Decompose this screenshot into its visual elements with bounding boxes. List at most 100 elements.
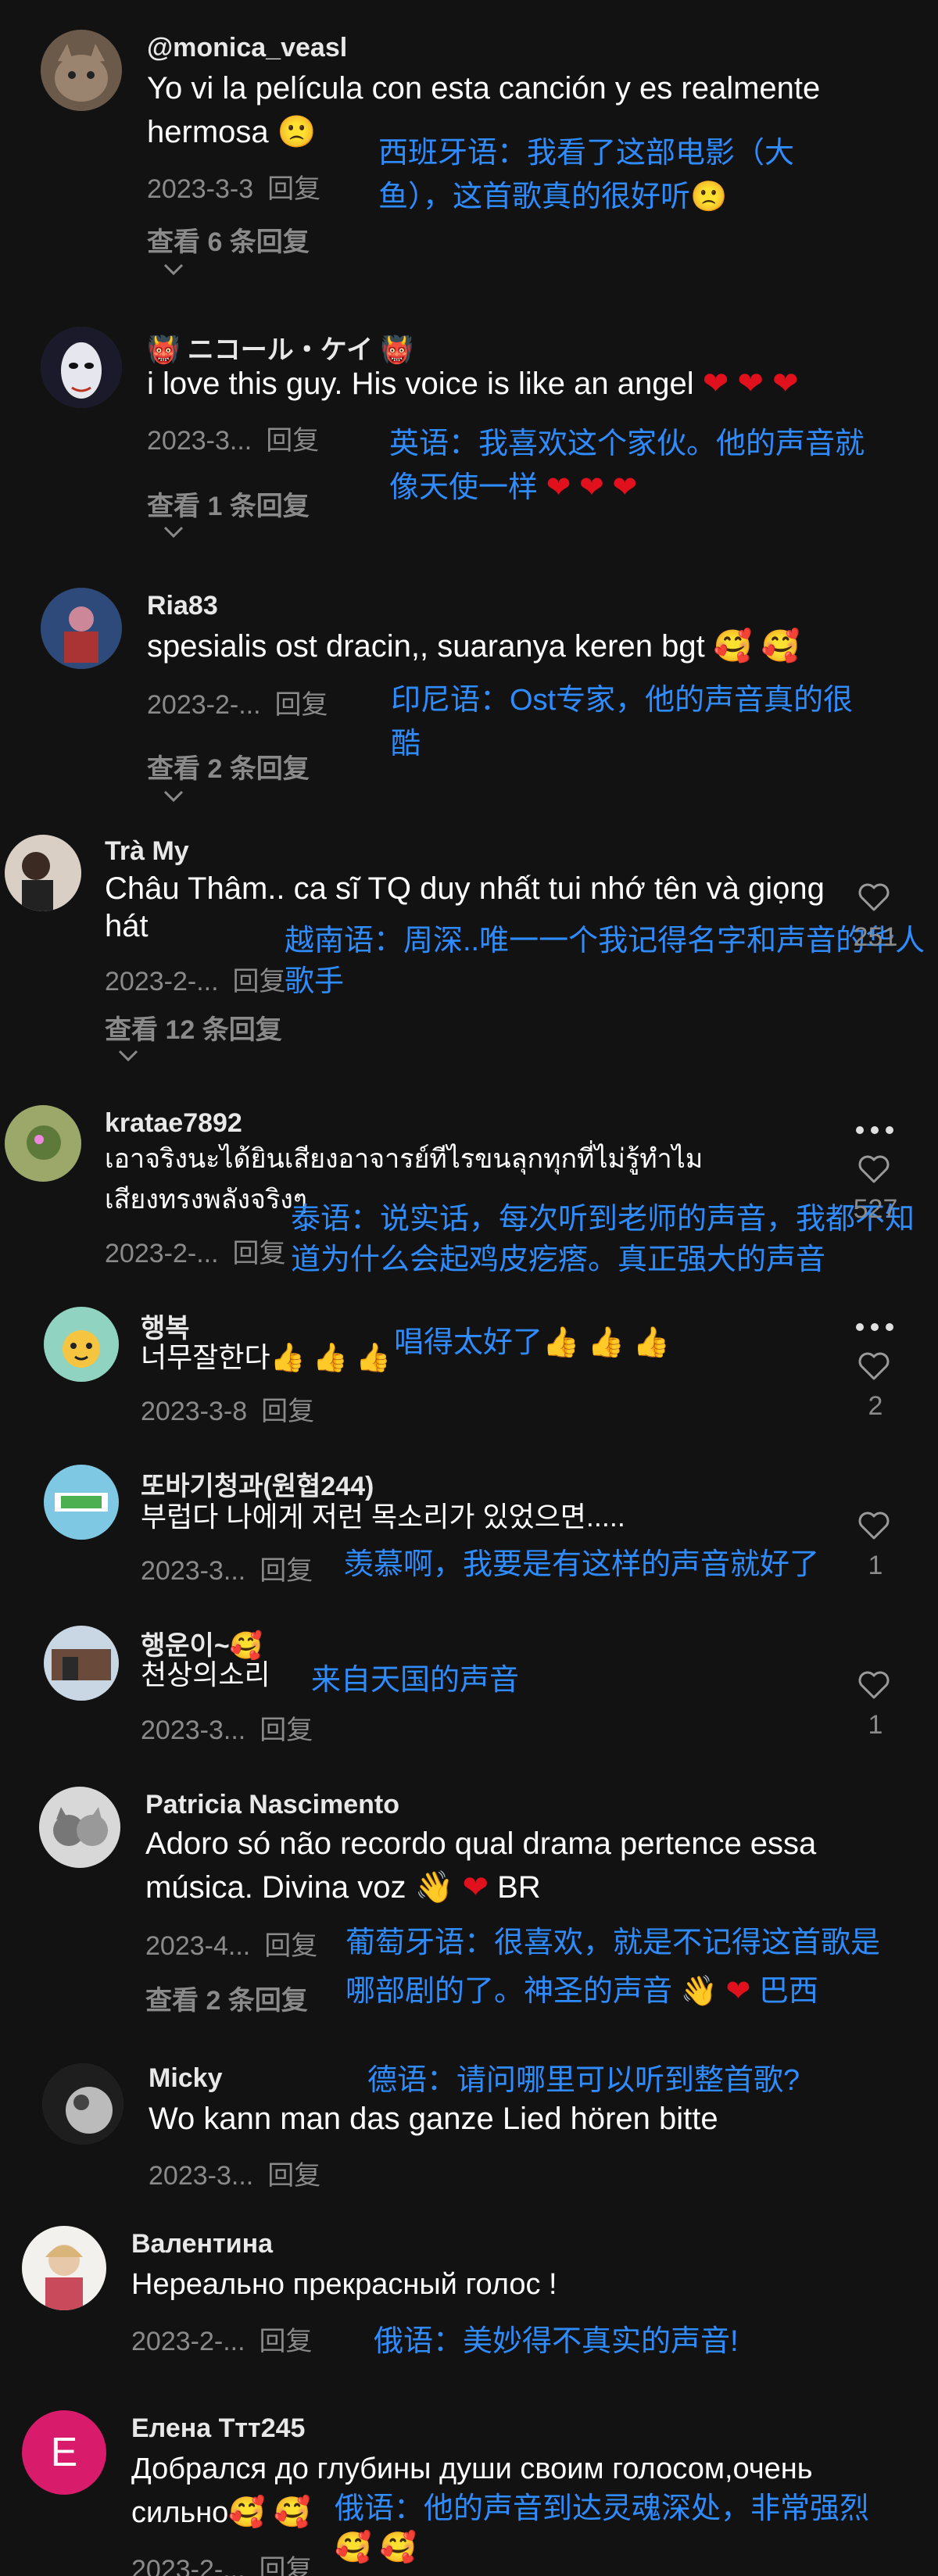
translation-text: 哪部剧的了。神圣的声音 👋 ❤ 巴西 xyxy=(345,1975,818,2008)
avatar[interactable]: E xyxy=(22,2410,106,2495)
reply-button[interactable]: 回复 xyxy=(266,426,319,456)
comment-date: 2023-2-... xyxy=(105,967,219,996)
heart-emoji-icon: ❤ xyxy=(737,367,764,401)
translation-text: 羡慕啊，我要是有这样的声音就好了 xyxy=(344,1548,820,1581)
comment-text: música. Divina voz 👋 ❤ BR xyxy=(145,1870,541,1905)
heart-emoji-icon: ❤ xyxy=(462,1870,489,1905)
comment-meta: 2023-3... 回复 xyxy=(147,419,319,457)
reply-button[interactable]: 回复 xyxy=(260,2555,313,2576)
view-replies-button[interactable]: 查看 2 条回复 xyxy=(147,747,310,785)
username[interactable]: Елена Ттт245 xyxy=(131,2413,305,2444)
translation-text: 西班牙语：我看了这部电影（大 xyxy=(378,137,795,170)
translation-text: 俄语：美妙得不真实的声音! xyxy=(374,2325,739,2358)
avatar[interactable] xyxy=(39,1787,120,1868)
comment-text: 천상의소리 xyxy=(141,1658,270,1690)
cats-avatar-icon xyxy=(39,1787,120,1868)
avatar[interactable] xyxy=(41,30,122,111)
room-avatar-icon xyxy=(44,1626,119,1701)
heart-icon[interactable] xyxy=(857,1351,891,1382)
comment-text: Wo kann man das ganze Lied hören bitte xyxy=(149,2102,718,2136)
plant-avatar-icon xyxy=(5,1105,81,1182)
avatar-letter: E xyxy=(50,2430,78,2475)
reply-button[interactable]: 回复 xyxy=(267,174,320,204)
reply-button[interactable]: 回复 xyxy=(275,690,328,720)
username[interactable]: 👹 ニコール・ケイ 👹 xyxy=(147,328,414,367)
comment-text: เอาจริงนะได้ยินเสียงอาจารย์ทีไรขนลุกทุกท… xyxy=(105,1144,704,1174)
username[interactable]: Trà My xyxy=(105,836,189,867)
avatar[interactable] xyxy=(5,1105,81,1182)
comment-meta: 2023-3-3 回复 xyxy=(147,167,320,206)
more-options-icon[interactable] xyxy=(855,1322,894,1332)
translation-text: 像天使一样 ❤ ❤ ❤ xyxy=(389,471,638,504)
avatar[interactable] xyxy=(41,327,122,408)
view-replies-button[interactable]: 查看 12 条回复 xyxy=(105,1008,282,1046)
comment-date: 2023-2-... xyxy=(105,1239,219,1268)
view-replies-button[interactable]: 查看 6 条回复 xyxy=(147,220,310,259)
translation-text: 来自天国的声音 xyxy=(311,1664,520,1697)
avatar[interactable] xyxy=(42,2063,124,2145)
avatar[interactable] xyxy=(44,1626,119,1701)
like-count: 251 xyxy=(853,922,898,952)
username[interactable]: kratae7892 xyxy=(105,1108,242,1139)
reply-button[interactable]: 回复 xyxy=(260,1556,313,1586)
reply-button[interactable]: 回复 xyxy=(261,1397,314,1426)
view-replies-button[interactable]: 查看 1 条回复 xyxy=(147,485,310,523)
avatar[interactable] xyxy=(44,1465,119,1540)
comment-meta: 2023-2-... 回复 xyxy=(147,683,328,721)
username[interactable]: @monica_veasl xyxy=(147,33,347,63)
reply-button[interactable]: 回复 xyxy=(233,1239,286,1268)
reply-button[interactable]: 回复 xyxy=(260,1716,313,1745)
heart-emoji-icon: ❤ xyxy=(546,471,571,504)
username[interactable]: Micky xyxy=(149,2063,223,2094)
translation-text: 泰语：说实话，每次听到老师的声音，我都不知 xyxy=(291,1203,915,1236)
translation-text: 酷 xyxy=(391,728,421,760)
comment-meta: 2023-2-... 回复 xyxy=(131,2548,313,2576)
reply-button[interactable]: 回复 xyxy=(267,2161,320,2191)
chevron-down-icon[interactable] xyxy=(163,263,184,277)
comment-date: 2023-3-3 xyxy=(147,174,254,204)
translation-text: 英语：我喜欢这个家伙。他的声音就 xyxy=(389,428,865,460)
avatar[interactable] xyxy=(22,2226,106,2310)
heart-emoji-icon: ❤ xyxy=(702,367,729,401)
translation-text: 道为什么会起鸡皮疙瘩。真正强大的声音 xyxy=(291,1243,826,1276)
photo-avatar-icon xyxy=(41,588,122,669)
heart-icon[interactable] xyxy=(857,882,891,913)
chevron-down-icon[interactable] xyxy=(117,1049,139,1063)
more-options-icon[interactable] xyxy=(855,1125,894,1135)
comment-text: Adoro só não recordo qual drama pertence… xyxy=(145,1826,817,1861)
view-replies-button[interactable]: 查看 2 条回复 xyxy=(145,1979,308,2017)
dark-avatar-icon xyxy=(42,2063,124,2145)
avatar[interactable] xyxy=(44,1307,119,1382)
reply-button[interactable]: 回复 xyxy=(233,967,286,996)
comment-text: spesialis ost dracin,, suaranya keren bg… xyxy=(147,629,800,664)
bear-avatar-icon xyxy=(44,1307,119,1382)
reply-button[interactable]: 回复 xyxy=(260,2327,313,2356)
translation-text: 德语：请问哪里可以听到整首歌? xyxy=(367,2064,800,2097)
comment-date: 2023-3... xyxy=(141,1716,246,1745)
translation-text: 俄语：他的声音到达灵魂深处，非常强烈 xyxy=(335,2492,870,2525)
comment-date: 2023-3... xyxy=(141,1556,246,1586)
comment-date: 2023-3-8 xyxy=(141,1397,248,1426)
comment-meta: 2023-3... 回复 xyxy=(141,1708,313,1747)
comment-meta: 2023-3... 回复 xyxy=(141,1549,313,1587)
chevron-down-icon[interactable] xyxy=(163,525,184,539)
reply-button[interactable]: 回复 xyxy=(264,1931,317,1961)
cat-avatar-icon xyxy=(41,30,122,111)
translation-text: 印尼语：Ost专家，他的声音真的很 xyxy=(391,684,854,717)
comment-date: 2023-2-... xyxy=(131,2327,245,2356)
person-avatar-icon xyxy=(5,835,81,911)
heart-icon[interactable] xyxy=(857,1510,891,1541)
heart-icon[interactable] xyxy=(857,1669,891,1701)
username[interactable]: Patricia Nascimento xyxy=(145,1790,399,1820)
heart-emoji-icon: ❤ xyxy=(578,471,604,504)
chevron-down-icon[interactable] xyxy=(163,789,184,803)
translation-text: 葡萄牙语：很喜欢，就是不记得这首歌是 xyxy=(345,1927,881,1959)
avatar[interactable] xyxy=(5,835,81,911)
heart-icon[interactable] xyxy=(857,1154,891,1185)
avatar[interactable] xyxy=(41,588,122,669)
translation-text: 🥰 🥰 xyxy=(335,2531,417,2564)
shop-avatar-icon xyxy=(44,1465,119,1540)
like-count: 1 xyxy=(868,1710,883,1740)
username[interactable]: Ria83 xyxy=(147,591,218,621)
username[interactable]: Валентина xyxy=(131,2229,273,2259)
